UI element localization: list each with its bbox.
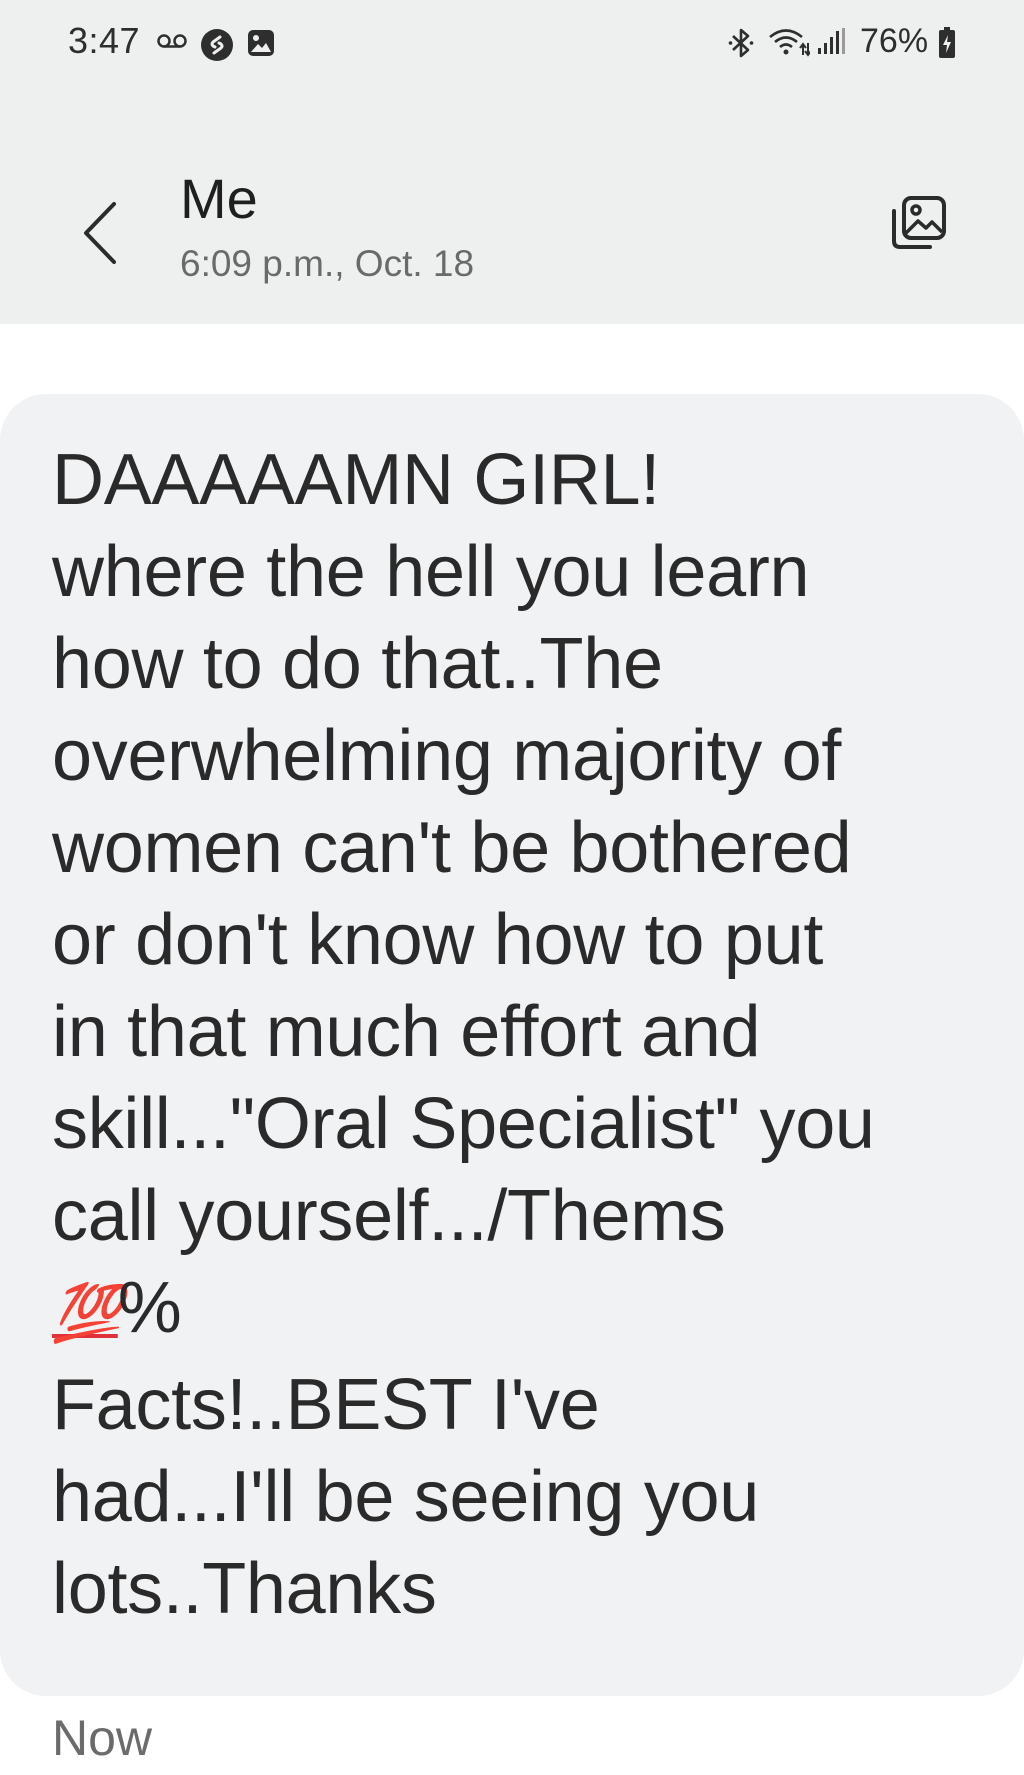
- message-text[interactable]: DAAAAAMN GIRL! where the hell you learn …: [52, 434, 1012, 1635]
- voicemail-icon: [157, 34, 187, 48]
- signal-icon: [818, 28, 845, 54]
- message-datetime: 6:09 p.m., Oct. 18: [180, 243, 475, 284]
- status-bar: 3:47 76%: [0, 0, 1024, 88]
- gallery-icon: [892, 196, 946, 249]
- message-text-part2: % Facts!..BEST I've had...I'll be seeing…: [52, 1268, 760, 1629]
- shazam-icon: [201, 29, 233, 61]
- battery-percentage: 76%: [860, 22, 929, 60]
- chevron-left-icon: [84, 202, 116, 264]
- message-timestamp: Now: [52, 1710, 153, 1766]
- back-button[interactable]: [70, 188, 130, 278]
- status-time: 3:47: [68, 20, 141, 61]
- gallery-button[interactable]: [884, 188, 954, 258]
- message-text-part1: DAAAAAMN GIRL! where the hell you learn …: [52, 440, 875, 1256]
- hundred-points-emoji: 💯: [52, 1281, 122, 1344]
- battery-charging-icon: [939, 27, 955, 58]
- gallery-icon: [248, 30, 274, 56]
- contact-name: Me: [180, 167, 258, 230]
- wifi-icon: [769, 29, 810, 57]
- bluetooth-icon: [728, 28, 754, 58]
- conversation-header: Me 6:09 p.m., Oct. 18: [0, 88, 1024, 324]
- message-area: DAAAAAMN GIRL! where the hell you learn …: [0, 324, 1024, 1775]
